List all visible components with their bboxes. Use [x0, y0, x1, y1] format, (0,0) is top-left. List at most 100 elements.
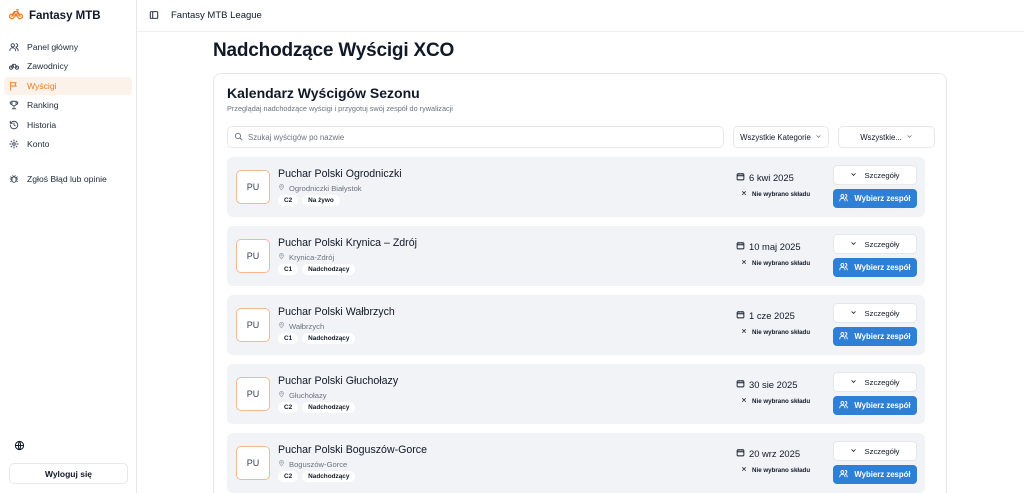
x-icon	[741, 328, 747, 336]
x-icon	[741, 397, 747, 405]
sidebar-item-races[interactable]: Wyścigi	[4, 76, 132, 95]
race-location-text: Wałbrzych	[289, 321, 325, 331]
chevron-down-icon	[850, 171, 857, 180]
trophy-icon	[9, 100, 19, 110]
chevron-down-icon	[850, 309, 857, 318]
users-icon	[839, 193, 849, 204]
team-status-text: Nie wybrano składu	[752, 190, 811, 198]
pick-team-button-label: Wybierz zespół	[854, 263, 911, 272]
calendar-icon	[736, 310, 745, 321]
pick-team-button[interactable]: Wybierz zespół	[833, 189, 917, 208]
category-tag: C2	[278, 195, 299, 206]
status-select[interactable]: Wszystkie...	[838, 126, 935, 148]
pick-team-button-label: Wybierz zespół	[854, 332, 911, 341]
search-input[interactable]	[248, 132, 708, 142]
team-status-text: Nie wybrano składu	[752, 328, 811, 336]
x-icon	[741, 190, 747, 198]
x-icon	[741, 466, 747, 474]
details-button-label: Szczegóły	[864, 446, 900, 456]
team-status-text: Nie wybrano składu	[752, 397, 811, 405]
details-button[interactable]: Szczegóły	[833, 303, 917, 323]
sidebar-item-report[interactable]: Zgłoś Błąd lub opinie	[4, 170, 132, 188]
category-tag: C1	[278, 264, 299, 275]
sidebar-item-panel[interactable]: Panel główny	[4, 38, 132, 56]
chevron-down-icon	[850, 378, 857, 387]
x-icon	[741, 259, 747, 267]
category-select[interactable]: Wszystkie Kategorie	[733, 126, 829, 148]
team-status: Nie wybrano składu	[741, 328, 810, 336]
race-row: PU Puchar Polski Wałbrzych Wałbrzych C1 …	[227, 295, 925, 355]
race-name[interactable]: Puchar Polski Ogrodniczki	[278, 168, 402, 180]
calendar-icon	[736, 172, 745, 183]
team-status: Nie wybrano składu	[741, 190, 810, 198]
race-badge: PU	[236, 377, 270, 411]
sidebar-item-label: Panel główny	[27, 42, 79, 52]
pick-team-button[interactable]: Wybierz zespół	[833, 465, 917, 484]
team-status: Nie wybrano składu	[741, 397, 810, 405]
team-status: Nie wybrano składu	[741, 259, 810, 267]
map-pin-icon	[278, 252, 285, 262]
details-button[interactable]: Szczegóły	[833, 441, 917, 461]
category-tag: C1	[278, 333, 299, 344]
bug-icon	[9, 174, 19, 184]
sidebar-item-label: Wyścigi	[27, 80, 57, 91]
race-badge: PU	[236, 446, 270, 480]
sidebar-item-riders[interactable]: Zawodnicy	[4, 57, 132, 75]
chevron-down-icon	[815, 133, 822, 142]
sidebar-item-account[interactable]: Konto	[4, 135, 132, 153]
map-pin-icon	[278, 321, 285, 331]
race-date-text: 10 maj 2025	[749, 241, 801, 252]
pick-team-button-label: Wybierz zespół	[854, 194, 911, 203]
pick-team-button-label: Wybierz zespół	[854, 470, 911, 479]
race-row: PU Puchar Polski Krynica – Zdrój Krynica…	[227, 226, 925, 286]
race-name[interactable]: Puchar Polski Krynica – Zdrój	[278, 237, 417, 249]
race-badge: PU	[236, 308, 270, 342]
details-button[interactable]: Szczegóły	[833, 165, 917, 185]
users-icon	[839, 469, 849, 480]
race-location: Głuchołazy	[278, 390, 327, 400]
pick-team-button[interactable]: Wybierz zespół	[833, 258, 917, 277]
race-name[interactable]: Puchar Polski Głuchołazy	[278, 375, 398, 387]
status-tag: Nadchodzący	[302, 402, 356, 413]
race-location: Ogrodniczki Białystok	[278, 183, 362, 193]
users-icon	[839, 262, 849, 273]
sidebar-item-label: Zawodnicy	[27, 61, 69, 72]
race-date: 30 sie 2025	[736, 379, 797, 390]
header-title: Fantasy MTB League	[171, 10, 262, 21]
calendar-icon	[736, 379, 745, 390]
sidebar-item-history[interactable]: Historia	[4, 116, 132, 134]
race-date: 10 maj 2025	[736, 241, 801, 252]
logout-button[interactable]: Wyloguj się	[9, 463, 128, 484]
pick-team-button[interactable]: Wybierz zespół	[833, 396, 917, 415]
settings-icon	[9, 139, 19, 149]
race-tags: C2 Nadchodzący	[278, 402, 356, 413]
status-tag: Nadchodzący	[302, 264, 356, 275]
bike-logo-icon	[8, 7, 24, 25]
race-calendar-card: Kalendarz Wyścigów Sezonu Przeglądaj nad…	[213, 73, 947, 493]
pick-team-button-label: Wybierz zespół	[854, 401, 911, 410]
brand[interactable]: Fantasy MTB	[0, 0, 136, 32]
details-button[interactable]: Szczegóły	[833, 372, 917, 392]
map-pin-icon	[278, 459, 285, 469]
sidebar-nav: Panel główny Zawodnicy Wyścigi Ranking H…	[0, 38, 136, 188]
globe-icon[interactable]	[14, 438, 25, 451]
category-tag: C2	[278, 471, 299, 482]
details-button[interactable]: Szczegóły	[833, 234, 917, 254]
topbar: Fantasy MTB League	[137, 0, 1024, 32]
sidebar-item-label: Ranking	[27, 100, 59, 111]
chevron-down-icon	[850, 240, 857, 249]
race-name[interactable]: Puchar Polski Boguszów-Gorce	[278, 444, 427, 456]
details-button-label: Szczegóły	[864, 239, 900, 249]
app-name: Fantasy MTB	[29, 10, 101, 22]
status-tag: Nadchodzący	[302, 471, 356, 482]
race-date-text: 30 sie 2025	[749, 379, 798, 390]
race-name[interactable]: Puchar Polski Wałbrzych	[278, 306, 395, 318]
pick-team-button[interactable]: Wybierz zespół	[833, 327, 917, 346]
sidebar-toggle-icon[interactable]	[149, 7, 159, 25]
sidebar-item-ranking[interactable]: Ranking	[4, 96, 132, 114]
race-date: 1 cze 2025	[736, 310, 795, 321]
details-button-label: Szczegóły	[864, 308, 900, 318]
search-icon	[234, 128, 243, 146]
race-badge: PU	[236, 170, 270, 204]
race-location-text: Boguszów-Gorce	[289, 459, 348, 469]
